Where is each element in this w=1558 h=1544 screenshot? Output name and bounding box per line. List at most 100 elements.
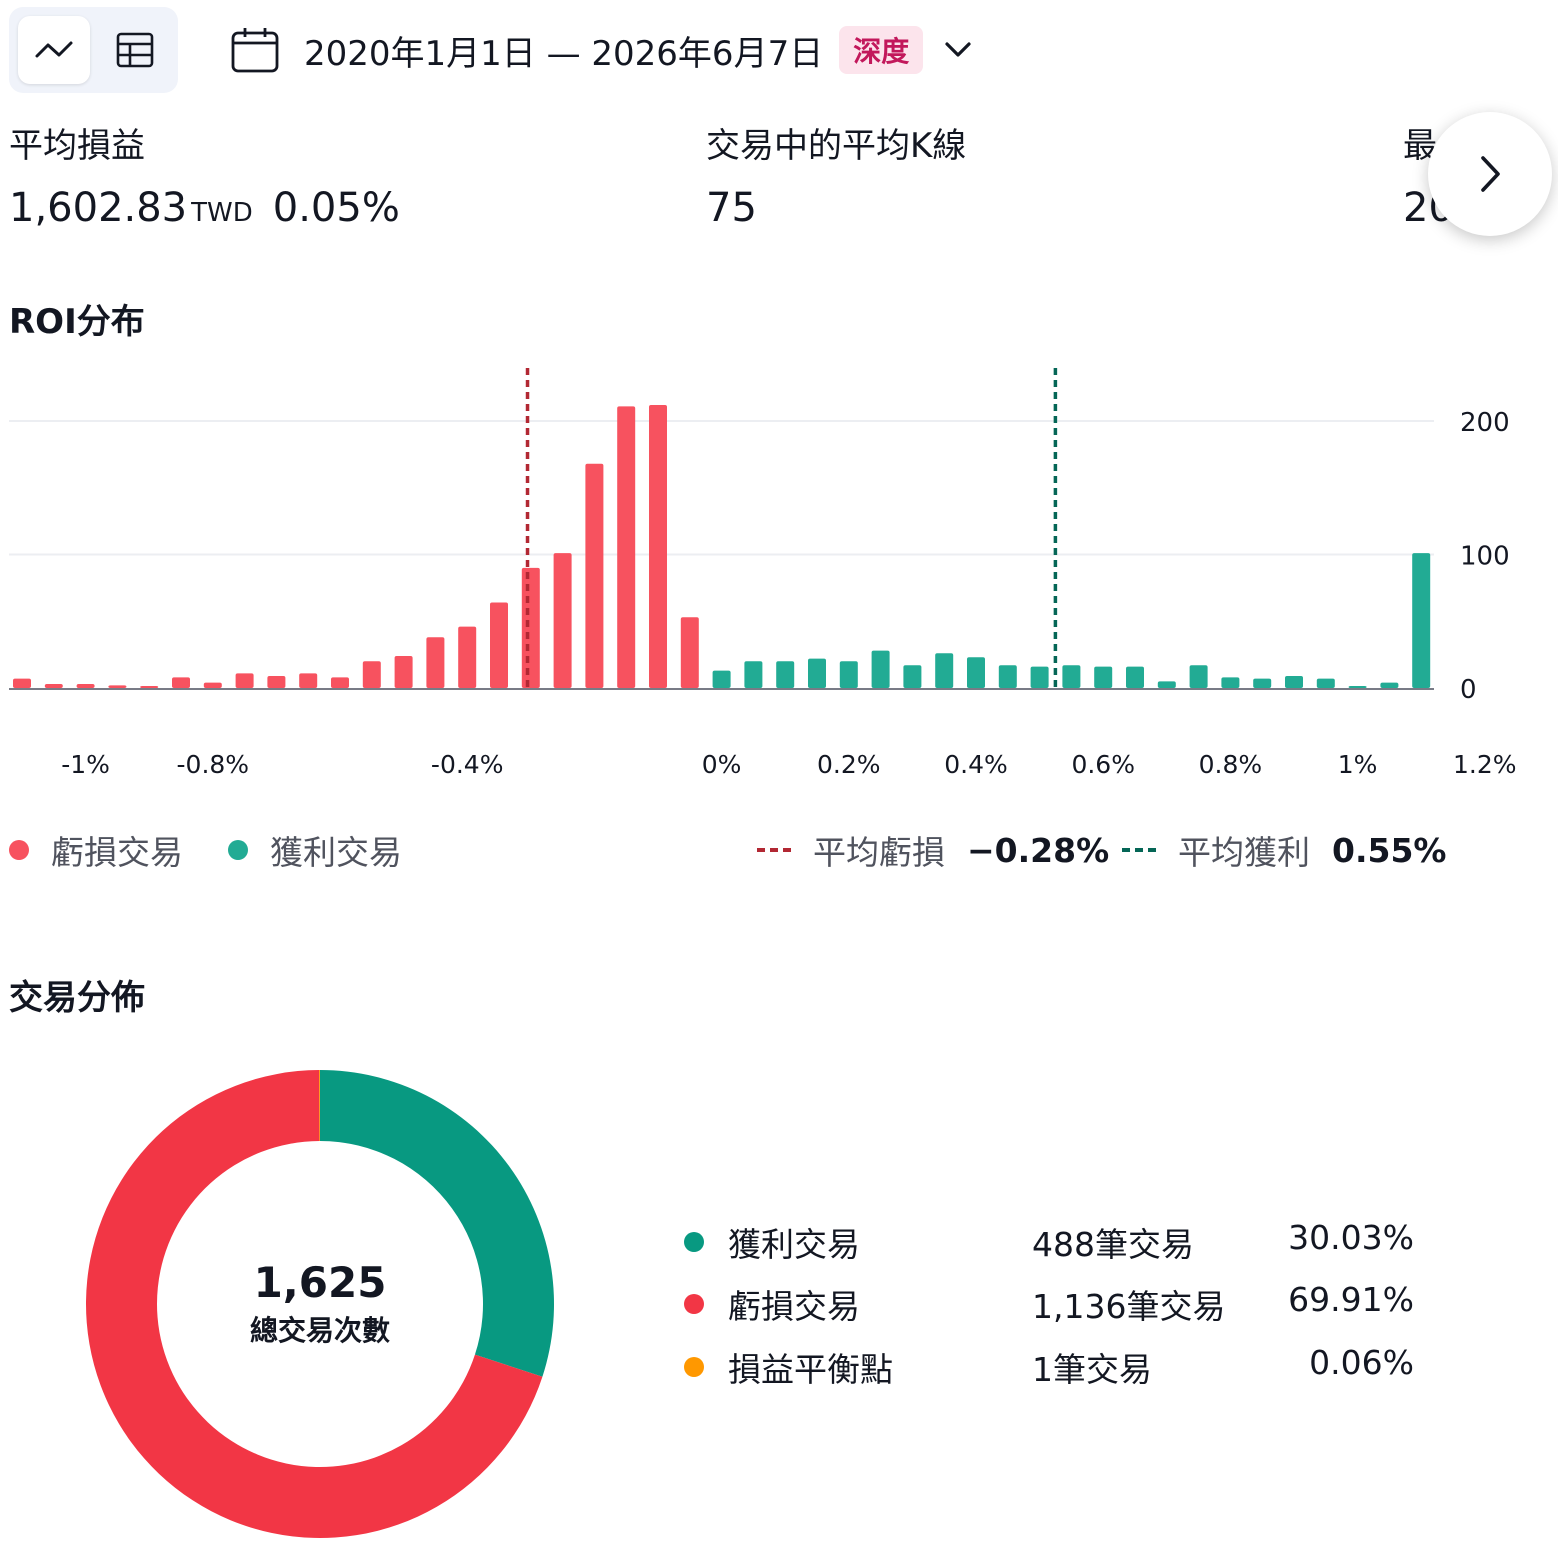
roi-bar (299, 673, 318, 688)
y-tick-label: 0 (1460, 675, 1477, 705)
roi-bar (235, 673, 254, 688)
legend-avg-loss: 平均虧損 −0.28% (757, 826, 1109, 874)
x-tick-label: 1% (1338, 750, 1378, 779)
roi-histogram: -1.2%-1%-0.8%-0.4%0%0.2%0.4%0.6%0.8%1%1.… (9, 368, 1517, 779)
roi-bar (585, 463, 604, 688)
x-tick-label: 0.4% (944, 750, 1008, 779)
roi-bar (1412, 553, 1431, 688)
roi-bar (1157, 681, 1176, 688)
roi-title: ROI分布 (9, 302, 145, 342)
x-tick-label: 0% (702, 750, 742, 779)
total-trades-label: 總交易次數 (249, 1314, 390, 1347)
stat-avg-bars: 交易中的平均K線 75 (706, 118, 966, 231)
roi-bar (267, 675, 286, 688)
dashed-line-icon (1122, 848, 1156, 852)
chart-view-button[interactable] (18, 16, 90, 84)
roi-bar (331, 677, 349, 688)
roi-bar (1126, 666, 1144, 688)
total-trades-value: 1,625 (253, 1258, 387, 1307)
dist-count: 1筆交易 (1032, 1350, 1152, 1389)
roi-bar (903, 665, 922, 688)
roi-bar (553, 553, 572, 688)
roi-bar (617, 406, 636, 688)
roi-bar (1380, 682, 1399, 688)
roi-bar (140, 686, 159, 688)
dist-percent: 30.03% (1288, 1218, 1414, 1257)
trade-dist-title: 交易分佈 (9, 978, 145, 1018)
roi-bar (967, 657, 985, 688)
donut-center: 1,625 總交易次數 (160, 1258, 480, 1349)
roi-bar (1285, 675, 1303, 688)
chevron-right-icon (1481, 156, 1500, 192)
roi-bar (1253, 678, 1272, 688)
chevron-down-icon (945, 42, 971, 57)
roi-bar (108, 685, 127, 688)
dist-row-breakeven: 損益平衡點 1筆交易 0.06% (684, 1343, 1414, 1393)
x-tick-label: 0.6% (1071, 750, 1135, 779)
x-tick-label: 0.8% (1199, 750, 1263, 779)
dist-count: 488筆交易 (1032, 1225, 1194, 1264)
roi-bar (1030, 666, 1049, 688)
stat-avg-pnl: 平均損益 1,602.83 TWD 0.05% (9, 118, 400, 231)
breakeven-dot-icon (684, 1357, 704, 1377)
roi-legend: 虧損交易 獲利交易 平均虧損 −0.28% 平均獲利 0.55% (9, 826, 1447, 874)
x-tick-label: 0.2% (817, 750, 881, 779)
avg-loss-label: 平均虧損 (813, 833, 945, 872)
loss-dot-icon (684, 1294, 704, 1314)
dist-row-profit: 獲利交易 488筆交易 30.03% (684, 1218, 1414, 1268)
roi-bar (203, 682, 222, 688)
legend-profit: 獲利交易 (228, 826, 402, 874)
roi-bar (712, 670, 731, 688)
roi-bar (839, 661, 858, 688)
roi-bar (44, 683, 63, 688)
view-toggle (9, 7, 178, 93)
profit-dot-icon (228, 840, 248, 860)
roi-bar (744, 661, 763, 688)
roi-bar (458, 626, 477, 688)
legend-loss-label: 虧損交易 (51, 833, 183, 872)
dist-count: 1,136筆交易 (1032, 1287, 1226, 1326)
x-tick-label: 1.2% (1453, 750, 1517, 779)
roi-bar (1316, 678, 1335, 688)
x-tick-label: -1% (61, 750, 110, 779)
roi-bar (362, 661, 381, 688)
avg-loss-value: −0.28% (967, 830, 1110, 870)
dist-percent: 0.06% (1309, 1343, 1414, 1382)
deep-badge: 深度 (839, 26, 924, 74)
stat-number: 1,602.83 (9, 185, 188, 231)
dist-name: 獲利交易 (728, 1225, 860, 1264)
date-range-selector[interactable]: 2020年1月1日 — 2026年6月7日 深度 (230, 18, 973, 82)
avg-profit-value: 0.55% (1332, 830, 1447, 870)
stat-value: 75 (706, 185, 757, 231)
roi-bar (426, 637, 445, 688)
date-range-text: 2020年1月1日 — 2026年6月7日 (304, 33, 824, 74)
table-view-button[interactable] (99, 16, 171, 84)
roi-bar (394, 655, 413, 688)
roi-bar (1094, 666, 1113, 688)
y-tick-label: 100 (1460, 542, 1510, 572)
x-tick-label: -0.8% (177, 750, 250, 779)
dashed-line-icon (757, 848, 791, 852)
roi-bar (871, 650, 890, 688)
calendar-icon (231, 28, 279, 73)
roi-bar (490, 602, 508, 688)
legend-profit-label: 獲利交易 (270, 833, 402, 872)
y-tick-label: 200 (1460, 408, 1510, 438)
stat-unit: TWD (191, 198, 253, 228)
roi-bar (1189, 665, 1208, 688)
stat-percent: 0.05% (272, 185, 400, 231)
line-chart-icon (35, 41, 73, 58)
roi-bar (808, 658, 826, 688)
roi-bar (13, 678, 31, 688)
roi-bar (1221, 677, 1240, 688)
x-tick-label: -0.4% (431, 750, 504, 779)
roi-bar (680, 617, 699, 688)
scroll-right-button[interactable] (1428, 112, 1552, 236)
dist-name: 虧損交易 (728, 1287, 860, 1326)
avg-profit-label: 平均獲利 (1178, 833, 1310, 872)
roi-bar (521, 567, 540, 688)
profit-dot-icon (684, 1232, 704, 1252)
dist-name: 損益平衡點 (728, 1350, 893, 1389)
legend-loss: 虧損交易 (9, 826, 183, 874)
roi-bar (935, 653, 954, 688)
